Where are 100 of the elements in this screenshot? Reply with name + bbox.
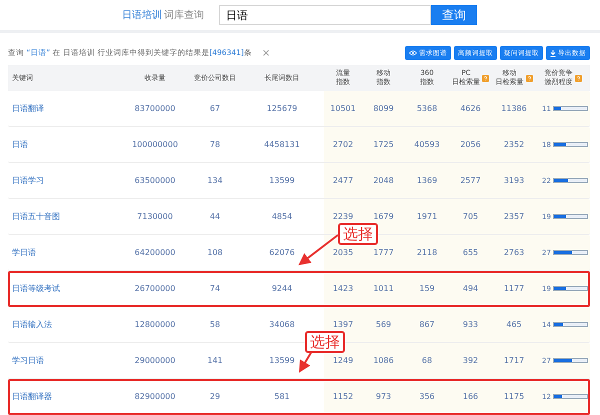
table-cell: 78	[210, 140, 220, 149]
table-cell: 1177	[504, 284, 524, 293]
help-icon[interactable]	[482, 74, 489, 82]
table-cell: 2056	[460, 140, 481, 149]
keyword-link[interactable]: 日语翻译器	[12, 391, 52, 402]
table-cell: 1725	[373, 140, 394, 149]
table-cell: 12800000	[134, 320, 176, 329]
competition-bar	[552, 214, 588, 219]
table-cell: 569	[376, 320, 392, 329]
table-cell: 1175	[504, 392, 524, 401]
table-cell: 5368	[416, 104, 438, 113]
table-cell: 1717	[504, 356, 524, 365]
search-button[interactable]: 查询	[431, 5, 477, 25]
table-cell: 100000000	[132, 140, 178, 149]
table-cell: 1423	[332, 284, 354, 293]
table-cell: 1011	[373, 284, 394, 293]
table-cell: 44	[210, 212, 220, 221]
table-cell: 58	[210, 320, 220, 329]
competition-bar	[552, 178, 588, 183]
table-cell: 2035	[332, 248, 354, 257]
keyword-link[interactable]: 日语等级考试	[12, 283, 60, 294]
table-cell: 356	[419, 392, 435, 401]
keyword-link[interactable]: 日语	[12, 139, 28, 150]
table-cell: 166	[462, 392, 478, 401]
table-cell: 64200000	[134, 248, 176, 257]
table-cell: 68	[422, 356, 432, 365]
competition-bar	[552, 250, 588, 255]
table-cell: 8099	[373, 104, 394, 113]
annotation-arrow	[298, 350, 313, 373]
competition-bar	[552, 106, 588, 111]
table-cell: 159	[419, 284, 435, 293]
table-cell: 29	[210, 392, 220, 401]
table-cell: 1397	[332, 320, 354, 329]
table-cell: 34068	[269, 320, 295, 329]
keyword-link[interactable]: 日语输入法	[12, 319, 52, 330]
table-cell: 29000000	[134, 356, 176, 365]
table-cell: 134	[207, 176, 223, 185]
table-cell: 2048	[373, 176, 394, 185]
search-field[interactable]: 日语	[219, 5, 431, 25]
table-cell: 4626	[460, 104, 481, 113]
table-cell: 655	[462, 248, 478, 257]
table-cell: 82900000	[134, 392, 176, 401]
competition-bar	[552, 322, 588, 327]
table-cell: 4854	[272, 212, 292, 221]
competition-bar	[552, 358, 588, 363]
table-cell: 62076	[269, 248, 295, 257]
keyword-link[interactable]: 日语翻译	[12, 103, 44, 114]
competition-bar	[552, 286, 588, 291]
table-cell: 63500000	[134, 176, 176, 185]
table-cell: 2118	[416, 248, 438, 257]
table-cell: 867	[419, 320, 435, 329]
help-icon[interactable]	[526, 74, 532, 82]
table-cell: 581	[274, 392, 290, 401]
table-cell: 2239	[332, 212, 354, 221]
keyword-link[interactable]: 学日语	[12, 247, 36, 258]
keyword-link[interactable]: 学习日语	[12, 355, 44, 366]
table-cell: 7130000	[137, 212, 173, 221]
table-cell: 973	[376, 392, 392, 401]
table-cell: 1971	[416, 212, 438, 221]
search-label: 词库查询	[164, 8, 204, 22]
table-cell: 2477	[332, 176, 354, 185]
table-cell: 2357	[504, 212, 524, 221]
table-cell: 9244	[272, 284, 292, 293]
table-cell: 2702	[332, 140, 354, 149]
download-icon	[550, 50, 556, 56]
table-cell: 125679	[266, 104, 298, 113]
help-icon[interactable]	[574, 74, 582, 82]
table-cell: 13599	[269, 356, 295, 365]
table-cell: 1679	[373, 212, 394, 221]
table-cell: 83700000	[134, 104, 176, 113]
keyword-link[interactable]: 日语学习	[12, 175, 44, 186]
table-cell: 392	[462, 356, 478, 365]
table-cell: 4458131	[264, 140, 300, 149]
table-cell: 1369	[416, 176, 438, 185]
table-cell: 705	[462, 212, 478, 221]
table-cell: 494	[462, 284, 478, 293]
table-cell: 2763	[504, 248, 524, 257]
table-cell: 108	[207, 248, 223, 257]
table-cell: 26700000	[134, 284, 176, 293]
table-cell: 1152	[332, 392, 354, 401]
keyword-link[interactable]: 日语五十音图	[12, 211, 60, 222]
table-cell: 13599	[269, 176, 295, 185]
table-cell: 1777	[373, 248, 394, 257]
table-cell: 1086	[373, 356, 394, 365]
annotation-label: 选择	[305, 331, 345, 353]
table-cell: 11386	[501, 104, 527, 113]
category-link[interactable]: 日语培训	[122, 8, 162, 22]
annotation-label: 选择	[338, 223, 378, 245]
close-icon[interactable]: ×	[262, 48, 270, 58]
table-cell: 141	[207, 356, 223, 365]
competition-bar	[552, 142, 588, 147]
table-cell: 465	[506, 320, 522, 329]
table-cell: 2577	[460, 176, 481, 185]
competition-bar	[552, 394, 588, 399]
eye-icon	[409, 50, 417, 56]
table-cell: 67	[210, 104, 220, 113]
table-cell: 2352	[504, 140, 524, 149]
table-cell: 3193	[504, 176, 524, 185]
table-cell: 10501	[330, 104, 356, 113]
table-cell: 40593	[414, 140, 440, 149]
